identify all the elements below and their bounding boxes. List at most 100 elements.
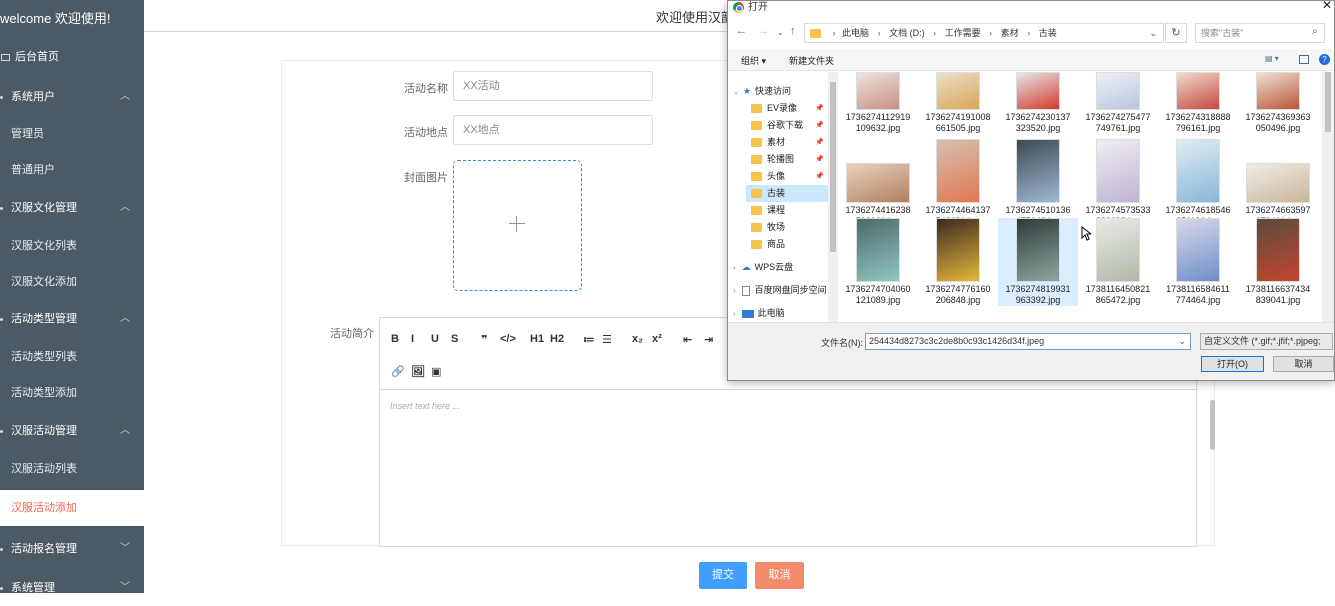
sidebar-item-signup-mgmt[interactable]: 活动报名管理 ﹀ <box>0 531 144 567</box>
preview-pane-icon[interactable] <box>1299 55 1309 64</box>
sidebar-item-admin[interactable]: 管理员 <box>0 116 144 152</box>
file-scrollbar[interactable] <box>1322 72 1334 322</box>
dialog-cancel-button[interactable]: 取消 <box>1273 356 1334 372</box>
strikethrough-icon[interactable]: S <box>451 333 458 345</box>
indent-icon[interactable]: ⇥ <box>704 333 713 346</box>
nav-scrollbar[interactable] <box>828 72 838 322</box>
recent-dropdown-icon[interactable]: ⌄ <box>777 28 784 37</box>
link-icon[interactable]: 🔗 <box>391 365 405 378</box>
breadcrumb-item[interactable]: 此电脑 <box>842 28 869 38</box>
view-options-icon[interactable]: ▤ ▾ <box>1265 54 1279 63</box>
file-item[interactable]: 1736274663597670401.jpg <box>1238 139 1318 227</box>
breadcrumb-item[interactable]: 文档 (D:) <box>889 28 925 38</box>
brand-title: welcome 欢迎使用! <box>0 11 111 26</box>
refresh-icon[interactable]: ↻ <box>1165 23 1187 43</box>
bullet-icon <box>0 430 3 433</box>
chevron-down-icon[interactable]: ⌄ <box>1178 334 1186 349</box>
file-item[interactable]: 1736274510136475649.jpg <box>998 139 1078 227</box>
scroll-thumb[interactable] <box>1325 72 1331 132</box>
nav-baidu-sync[interactable]: › 百度网盘同步空间 <box>733 282 828 299</box>
sidebar-item-activity-mgmt[interactable]: 汉服活动管理 ︿ <box>0 413 144 449</box>
breadcrumb-item[interactable]: 素材 <box>1001 28 1019 38</box>
help-icon[interactable]: ? <box>1319 54 1330 65</box>
nav-folder[interactable]: 轮播图 📌 <box>751 151 828 168</box>
breadcrumb-item[interactable]: 古装 <box>1039 28 1057 38</box>
close-icon[interactable]: ✕ <box>1322 0 1332 12</box>
cancel-button[interactable]: 取消 <box>755 562 804 589</box>
open-button[interactable]: 打开(O) <box>1201 356 1264 372</box>
file-item[interactable]: 1736274573533380609.jpg <box>1078 139 1158 227</box>
file-item[interactable]: 1736274112919 109632.jpg <box>838 72 918 134</box>
image-icon[interactable]: 🖼 <box>411 365 425 378</box>
new-folder-button[interactable]: 新建文件夹 <box>789 54 834 67</box>
breadcrumb-item[interactable]: 工作需要 <box>945 28 981 38</box>
nav-this-pc[interactable]: › 此电脑 <box>733 305 828 322</box>
outdent-icon[interactable]: ⇤ <box>683 333 692 346</box>
up-arrow-icon[interactable]: ↑ <box>790 25 796 37</box>
underline-icon[interactable]: U <box>431 333 439 345</box>
forward-arrow-icon[interactable]: → <box>758 25 769 37</box>
sidebar-item-system-users[interactable]: 系统用户 ︿ <box>0 79 144 115</box>
file-item[interactable]: 1738116584611 774464.jpg <box>1158 218 1238 306</box>
file-item[interactable]: 1736274369363 050496.jpg <box>1238 72 1318 134</box>
file-item[interactable]: 1736274275477 749761.jpg <box>1078 72 1158 134</box>
bullet-list-icon[interactable]: ☰ <box>602 333 612 346</box>
nav-folder[interactable]: 头像 📌 <box>751 168 828 185</box>
nav-folder[interactable]: 商品 <box>751 236 828 253</box>
organize-menu[interactable]: 组织 ▾ <box>741 54 766 67</box>
activity-name-input[interactable]: XX活动 <box>453 71 653 101</box>
sidebar-item-system-mgmt[interactable]: 系统管理 ﹀ <box>0 570 144 606</box>
file-item[interactable]: 1736274230137 323520.jpg <box>998 72 1078 134</box>
file-item[interactable]: 1736274704060 121089.jpg <box>838 218 918 306</box>
breadcrumb-sep: › <box>832 28 836 38</box>
file-item[interactable]: 1736274464137543681.jpg <box>918 139 998 227</box>
search-input[interactable]: 搜索"古装" <box>1195 23 1325 43</box>
video-icon[interactable]: ▣ <box>431 365 441 378</box>
nav-folder[interactable]: EV录像 📌 <box>751 100 828 117</box>
scroll-thumb[interactable] <box>830 82 836 252</box>
sidebar-item-type-add[interactable]: 活动类型添加 <box>0 375 144 411</box>
file-item[interactable]: 1736274318888 796161.jpg <box>1158 72 1238 134</box>
file-item[interactable]: 1736274618546651136.jpg <box>1158 139 1238 227</box>
address-bar[interactable]: › 此电脑 › 文档 (D:) › 工作需要 › 素材 › 古装 ⌄ <box>804 23 1164 43</box>
heading2-icon[interactable]: H2 <box>550 333 564 345</box>
nav-label: 商品 <box>767 239 786 249</box>
submit-button[interactable]: 提交 <box>699 562 747 589</box>
sidebar-item-home[interactable]: 后台首页 <box>0 39 144 75</box>
nav-folder[interactable]: 牧场 <box>751 219 828 236</box>
sidebar-item-normal-users[interactable]: 普通用户 <box>0 152 144 188</box>
quote-icon[interactable]: ❞ <box>481 333 487 346</box>
file-item[interactable]: 1738116637434 839041.jpg <box>1238 218 1318 306</box>
nav-wps-cloud[interactable]: › ☁ WPS云盘 <box>733 259 828 276</box>
activity-location-input[interactable]: XX地点 <box>453 115 653 145</box>
file-item[interactable]: 1736274819931 963392.jpg <box>998 218 1078 306</box>
nav-folder-selected[interactable]: 古装 <box>746 185 828 202</box>
subscript-icon[interactable]: x₂ <box>632 333 643 345</box>
code-icon[interactable]: </> <box>500 333 516 345</box>
sidebar-item-culture-list[interactable]: 汉服文化列表 <box>0 228 144 264</box>
bold-icon[interactable]: B <box>391 333 399 345</box>
nav-folder[interactable]: 课程 <box>751 202 828 219</box>
sidebar-item-activity-list[interactable]: 汉服活动列表 <box>0 451 144 487</box>
nav-quick-access[interactable]: ⌄ ★ 快速访问 <box>733 83 828 100</box>
sidebar-item-culture-add[interactable]: 汉服文化添加 <box>0 264 144 300</box>
back-arrow-icon[interactable]: ← <box>736 25 747 37</box>
chevron-down-icon[interactable]: ⌄ <box>1149 24 1157 42</box>
nav-folder[interactable]: 素材 📌 <box>751 134 828 151</box>
heading1-icon[interactable]: H1 <box>530 333 544 345</box>
sidebar-item-type-list[interactable]: 活动类型列表 <box>0 339 144 375</box>
cover-upload-box[interactable] <box>453 160 582 291</box>
sidebar-item-culture-mgmt[interactable]: 汉服文化管理 ︿ <box>0 190 144 226</box>
nav-folder[interactable]: 谷歌下载 📌 <box>751 117 828 134</box>
filename-input[interactable]: 254434d8273c3c2de8b0c93c1426d34f.jpeg ⌄ <box>865 333 1191 350</box>
file-item[interactable]: 1736274416238592001.jpg <box>838 139 918 227</box>
sidebar-item-activity-add[interactable]: 汉服活动添加 <box>0 490 144 526</box>
file-item[interactable]: 1736274191008 661505.jpg <box>918 72 998 134</box>
page-scrollbar[interactable] <box>1210 400 1215 450</box>
italic-icon[interactable]: I <box>411 333 414 345</box>
ordered-list-icon[interactable]: ≔ <box>583 333 595 346</box>
filetype-select[interactable]: 自定义文件 (*.gif;*.jfif;*.pjpeg; <box>1200 333 1333 350</box>
sidebar-item-type-mgmt[interactable]: 活动类型管理 ︿ <box>0 301 144 337</box>
superscript-icon[interactable]: x² <box>652 333 662 345</box>
file-item[interactable]: 1736274776160 206848.jpg <box>918 218 998 306</box>
